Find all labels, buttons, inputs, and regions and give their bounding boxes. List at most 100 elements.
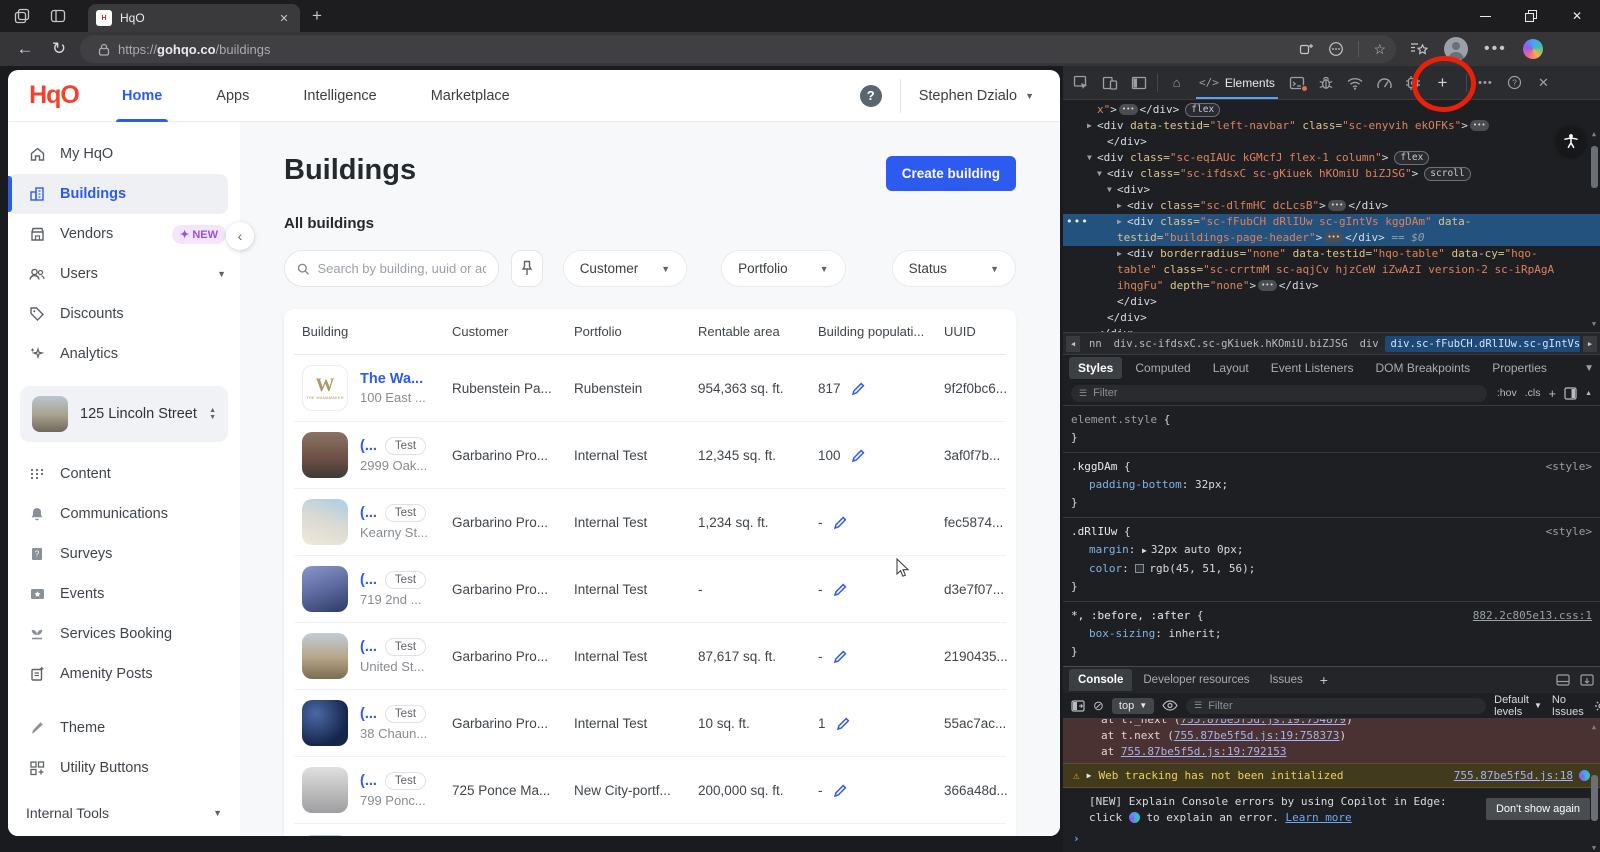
default-levels-dropdown[interactable]: Default levels ▼: [1494, 694, 1542, 718]
dom-node-line[interactable]: ▼ <div class="sc-eqIAUc kGMcfJ flex-1 col…: [1063, 150, 1600, 166]
sidebar-item-vendors[interactable]: Vendors ✦ NEW: [8, 214, 240, 254]
style-rule[interactable]: element.style {}: [1063, 406, 1600, 453]
edit-pencil-icon[interactable]: [833, 783, 848, 798]
tab-issues[interactable]: Issues: [1260, 669, 1311, 691]
edit-pencil-icon[interactable]: [836, 716, 851, 731]
pin-filter-button[interactable]: [511, 250, 543, 287]
dom-node-line[interactable]: ••• ▶ <div class="sc-fFubCH dRlIUw sc-gInt…: [1063, 214, 1600, 246]
styles-filter-input[interactable]: ☰ Filter: [1071, 384, 1487, 402]
building-name-link[interactable]: (...: [360, 505, 377, 521]
col-building-population[interactable]: Building populati...: [818, 324, 944, 339]
close-button[interactable]: ✕: [1554, 0, 1600, 32]
breadcrumb-item[interactable]: div.sc-ifdsxC.sc-gKiuek.hKOmiU.biZJSG: [1108, 336, 1354, 352]
sidebar-item-services-booking[interactable]: Services Booking: [8, 614, 240, 654]
col-customer[interactable]: Customer: [452, 324, 574, 339]
tab-actions-icon[interactable]: [44, 4, 72, 28]
debugger-bug-icon[interactable]: [1313, 70, 1340, 96]
sidebar-item-internal-tools[interactable]: Internal Tools ▼: [8, 790, 240, 836]
console-filter-input[interactable]: ☰ Filter: [1186, 697, 1487, 714]
search-input[interactable]: [317, 261, 487, 276]
table-row[interactable]: (... Test 38 Chaun... Garbarino Pro... In…: [294, 690, 1006, 757]
search-input-wrap[interactable]: [284, 250, 500, 287]
dom-node-line[interactable]: </div>: [1063, 294, 1600, 310]
col-building[interactable]: Building: [302, 324, 452, 339]
more-tools-icon[interactable]: [1328, 41, 1344, 57]
tab-close-icon[interactable]: ✕: [276, 12, 292, 25]
table-row[interactable]: (... Test United St... Garbarino Pro... I…: [294, 623, 1008, 690]
bookmark-star-icon[interactable]: ☆: [1373, 41, 1386, 58]
sidebar-item-buildings[interactable]: Buildings: [8, 174, 228, 214]
col-uuid[interactable]: UUID: [944, 324, 998, 339]
table-row[interactable]: (... Test 2999 Oak... Garbarino Pro... In…: [294, 422, 1006, 489]
sidebar-item-amenity-posts[interactable]: Amenity Posts: [8, 654, 240, 694]
console-settings-gear-icon[interactable]: [1594, 699, 1600, 713]
breadcrumb-left-icon[interactable]: ◀: [1066, 335, 1080, 352]
home-panel-icon[interactable]: ⌂: [1163, 70, 1190, 96]
console-scrollbar[interactable]: ▲ ▼: [1588, 721, 1600, 852]
sidebar-item-discounts[interactable]: Discounts: [8, 294, 240, 334]
style-rule[interactable]: .dRlIUw {<style> margin: ▶ 32px auto 0px; c…: [1063, 518, 1600, 602]
devtools-close-icon[interactable]: ✕: [1530, 70, 1557, 96]
sidebar-item-surveys[interactable]: ? Surveys: [8, 534, 240, 574]
tab-properties[interactable]: Properties: [1483, 357, 1556, 379]
breadcrumb-item[interactable]: div.sc-fFubCH.dRlIUw.sc-gIntVs.kggDAm: [1384, 335, 1580, 352]
browser-menu-icon[interactable]: •••: [1484, 40, 1507, 58]
add-console-tab-button[interactable]: +: [1314, 672, 1334, 688]
tab-computed[interactable]: Computed: [1126, 357, 1199, 379]
help-icon[interactable]: ?: [859, 84, 882, 107]
dom-node-line[interactable]: </div>: [1063, 326, 1600, 332]
expand-arrow-icon[interactable]: ▶: [1087, 768, 1092, 783]
stack-frame-link[interactable]: 755.87be5f5d.js:19:754879: [1180, 719, 1346, 726]
cls-toggle[interactable]: .cls: [1525, 387, 1541, 399]
console-sidebar-icon[interactable]: [1071, 699, 1085, 712]
sidebar-item-utility-buttons[interactable]: Utility Buttons: [8, 748, 240, 788]
dom-node-line[interactable]: ▼ <div class="sc-ifdsxC sc-gKiuek hKOmiU …: [1063, 166, 1600, 182]
building-selector[interactable]: 125 Lincoln Street ▲ ▼: [20, 386, 228, 442]
table-row[interactable]: (... Test 799 Ponc... 725 Ponce Ma... New…: [294, 757, 1008, 824]
sidebar-item-users[interactable]: Users ▼: [8, 254, 240, 294]
warning-source-link[interactable]: 755.87be5f5d.js:18: [1454, 768, 1573, 783]
sidebar-item-my-hqo[interactable]: My HqO: [8, 134, 240, 174]
sidebar-item-communications[interactable]: Communications: [8, 494, 240, 534]
table-row[interactable]: W THE WANAMAKER The Wa... 100 East ... Ru…: [294, 355, 1007, 422]
user-menu[interactable]: Stephen Dzialo ▼: [919, 88, 1034, 104]
dock-side-icon[interactable]: [1125, 70, 1152, 96]
dom-node-line[interactable]: ▼ <div>: [1063, 182, 1600, 198]
new-rule-button[interactable]: +: [1548, 386, 1556, 401]
elements-scrollbar[interactable]: ▲ ▼: [1588, 100, 1600, 332]
breadcrumb-right-icon[interactable]: ▶: [1583, 335, 1597, 352]
workspaces-icon[interactable]: [8, 4, 36, 28]
tab-layout[interactable]: Layout: [1204, 357, 1258, 379]
building-name-link[interactable]: (...: [360, 639, 377, 655]
network-wifi-icon[interactable]: [1342, 70, 1369, 96]
edit-pencil-icon[interactable]: [833, 649, 848, 664]
stack-frame-link[interactable]: 755.87be5f5d.js:19:758373: [1174, 729, 1340, 742]
breadcrumb-item[interactable]: div: [1354, 336, 1385, 352]
device-toolbar-icon[interactable]: [1096, 70, 1123, 96]
edit-pencil-icon[interactable]: [851, 448, 866, 463]
scroll-up-icon[interactable]: ▲: [1585, 390, 1592, 397]
style-rule[interactable]: *, :before, :after {882.2c805e13.css:1 bo…: [1063, 602, 1600, 666]
tab-styles[interactable]: Styles: [1069, 357, 1123, 379]
new-tab-button[interactable]: +: [312, 6, 322, 26]
edit-pencil-icon[interactable]: [833, 515, 848, 530]
split-screen-icon[interactable]: [1299, 42, 1314, 57]
sidebar-item-events[interactable]: Events: [8, 574, 240, 614]
building-name-link[interactable]: (...: [360, 572, 377, 588]
status-filter-dropdown[interactable]: Status ▼: [891, 250, 1016, 287]
breadcrumb-item[interactable]: nn: [1083, 336, 1108, 352]
expand-drawer-icon[interactable]: [1580, 674, 1594, 686]
chevron-down-icon[interactable]: ▼: [1584, 363, 1594, 374]
dont-show-again-button[interactable]: Don't show again: [1485, 798, 1590, 820]
devtools-help-icon[interactable]: ?: [1501, 70, 1528, 96]
context-selector[interactable]: top ▼: [1111, 697, 1155, 714]
refresh-icon[interactable]: ↻: [42, 39, 76, 59]
nav-home[interactable]: Home: [115, 70, 169, 122]
sidebar-item-theme[interactable]: Theme: [8, 708, 240, 748]
tab-console[interactable]: Console: [1069, 669, 1133, 691]
sidebar-collapse-button[interactable]: ‹: [226, 222, 254, 250]
tab-elements[interactable]: </> Elements: [1192, 66, 1282, 99]
edit-pencil-icon[interactable]: [833, 582, 848, 597]
accessibility-person-icon[interactable]: [1556, 126, 1586, 156]
dock-drawer-icon[interactable]: [1556, 674, 1570, 686]
